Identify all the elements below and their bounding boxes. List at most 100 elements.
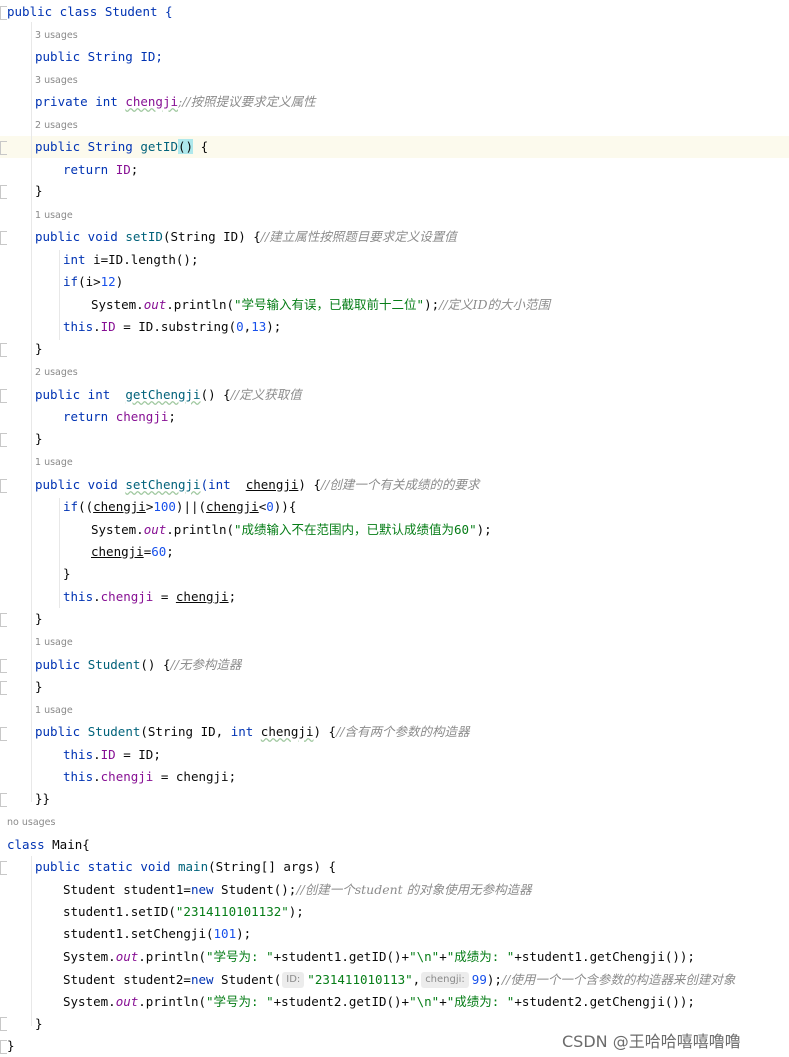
fold-marker[interactable] [0,343,7,357]
code-token: ); [476,522,492,537]
code-token: + [439,949,447,964]
code-token: if [63,499,79,514]
code-token: (String[] args) { [208,859,337,874]
code-comment: //定义ID的大小范围 [439,297,551,312]
code-line[interactable]: } [35,429,789,449]
code-line[interactable]: if(i>12) [63,272,789,292]
code-line[interactable]: return ID; [63,160,789,180]
code-token: System. [63,949,116,964]
code-line[interactable]: } [35,609,789,629]
code-line[interactable]: public static void main(String[] args) { [35,857,789,877]
fold-marker[interactable] [0,1040,7,1054]
code-token: ; [166,544,174,559]
usage-hint[interactable]: 1 usage [35,209,789,223]
code-string: "成绩为: " [446,994,515,1009]
usage-hint-text: 2 usages [35,120,78,131]
usage-hint[interactable]: 2 usages [35,366,789,380]
code-line[interactable]: public void setID(String ID) {//建立属性按照题目… [35,227,789,247]
usage-hint[interactable]: 1 usage [35,636,789,650]
usage-hint[interactable]: 3 usages [35,29,789,43]
usage-hint[interactable]: 1 usage [35,704,789,718]
code-line[interactable]: class Main{ [7,835,789,855]
code-line[interactable]: System.out.println("学号为: "+student2.getI… [63,992,789,1012]
code-line[interactable]: chengji=60; [91,542,789,562]
usage-hint[interactable]: 1 usage [35,456,789,470]
code-line[interactable]: public class Student { [7,2,789,22]
fold-marker[interactable] [0,6,7,20]
code-token: student1.setChengji( [63,926,214,941]
usage-hint[interactable]: 2 usages [35,119,789,133]
code-line[interactable]: } [35,181,789,201]
code-line[interactable]: System.out.println("学号为: "+student1.getI… [63,947,789,967]
code-token: } [63,566,71,581]
code-line[interactable]: public int getChengji() {//定义获取值 [35,385,789,405]
usage-hint-text: 1 usage [35,210,73,221]
usage-hint[interactable]: no usages [7,816,789,830]
code-token: } [7,1038,15,1053]
code-line[interactable]: this.ID = ID.substring(0,13); [63,317,789,337]
fold-marker[interactable] [0,185,7,199]
code-token: Student [87,657,141,672]
code-token: out [143,522,167,537]
code-token: +student2.getChengji()); [514,994,695,1009]
fold-marker[interactable] [0,433,7,447]
code-line[interactable]: this.chengji = chengji; [63,767,789,787]
code-line[interactable]: Student student2=new Student(ID: "2314110… [63,970,789,990]
indent-guide [59,498,60,608]
fold-marker[interactable] [0,613,7,627]
code-line[interactable]: public Student(String ID, int chengji) {… [35,722,789,742]
code-line[interactable]: } [35,339,789,359]
code-token: ID [100,747,116,762]
code-line[interactable]: student1.setChengji(101); [63,924,789,944]
usage-hint-text: no usages [7,817,56,828]
code-line[interactable]: this.chengji = chengji; [63,587,789,607]
code-token: }} [35,791,51,806]
code-line[interactable]: private int chengji;//按照提议要求定义属性 [35,92,789,112]
parameter-hint: ID: [282,972,305,988]
indent-guide [59,250,60,340]
code-string: "\n" [409,949,440,964]
code-token: setID [125,229,163,244]
code-line[interactable]: if((chengji>100)||(chengji<0)){ [63,497,789,517]
fold-marker[interactable] [0,793,7,807]
code-token: Student(); [221,882,297,897]
code-line[interactable]: this.ID = ID; [63,745,789,765]
fold-marker[interactable] [0,389,7,403]
code-line[interactable]: int i=ID.length(); [63,250,789,270]
parameter-hint: chengji: [421,972,469,988]
code-editor[interactable]: public class Student { 3 usages public S… [0,0,789,1057]
code-token: ; [228,589,237,604]
fold-marker[interactable] [0,861,7,875]
fold-marker[interactable] [0,141,7,155]
code-token: 100 [153,499,176,514]
fold-marker[interactable] [0,231,7,245]
code-line[interactable]: public String getID() { [35,137,789,157]
fold-marker[interactable] [0,681,7,695]
fold-marker[interactable] [0,727,7,741]
code-line[interactable]: }} [35,789,789,809]
indent-guide [31,856,32,1026]
code-line[interactable]: System.out.println("学号输入有误，已截取前十二位");//定… [91,295,789,315]
code-token: .println( [138,994,206,1009]
code-line[interactable]: } [35,677,789,697]
code-line[interactable]: public String ID; [35,47,789,67]
code-line[interactable]: } [63,564,789,584]
code-line[interactable]: student1.setID("2314110101132"); [63,902,789,922]
code-token: (String ID, [140,724,231,739]
fold-marker[interactable] [0,659,7,673]
code-token: Student( [221,972,282,987]
code-line[interactable]: public void setChengji(int chengji) {//创… [35,475,789,495]
code-token: System. [63,994,116,1009]
code-string: "学号为: " [206,949,274,964]
code-line[interactable]: return chengji; [63,407,789,427]
code-line[interactable]: Student student1=new Student();//创建一个stu… [63,880,789,900]
code-string: "学号为: " [206,994,274,1009]
fold-marker[interactable] [0,1017,7,1031]
code-line[interactable]: public Student() {//无参构造器 [35,655,789,675]
code-token: (int [200,477,246,492]
code-line[interactable]: System.out.println("成绩输入不在范围内，已默认成绩值为60"… [91,520,789,540]
code-token: public void [35,229,126,244]
usage-hint[interactable]: 3 usages [35,74,789,88]
code-comment: //建立属性按照题目要求定义设置值 [260,229,457,244]
fold-marker[interactable] [0,479,7,493]
